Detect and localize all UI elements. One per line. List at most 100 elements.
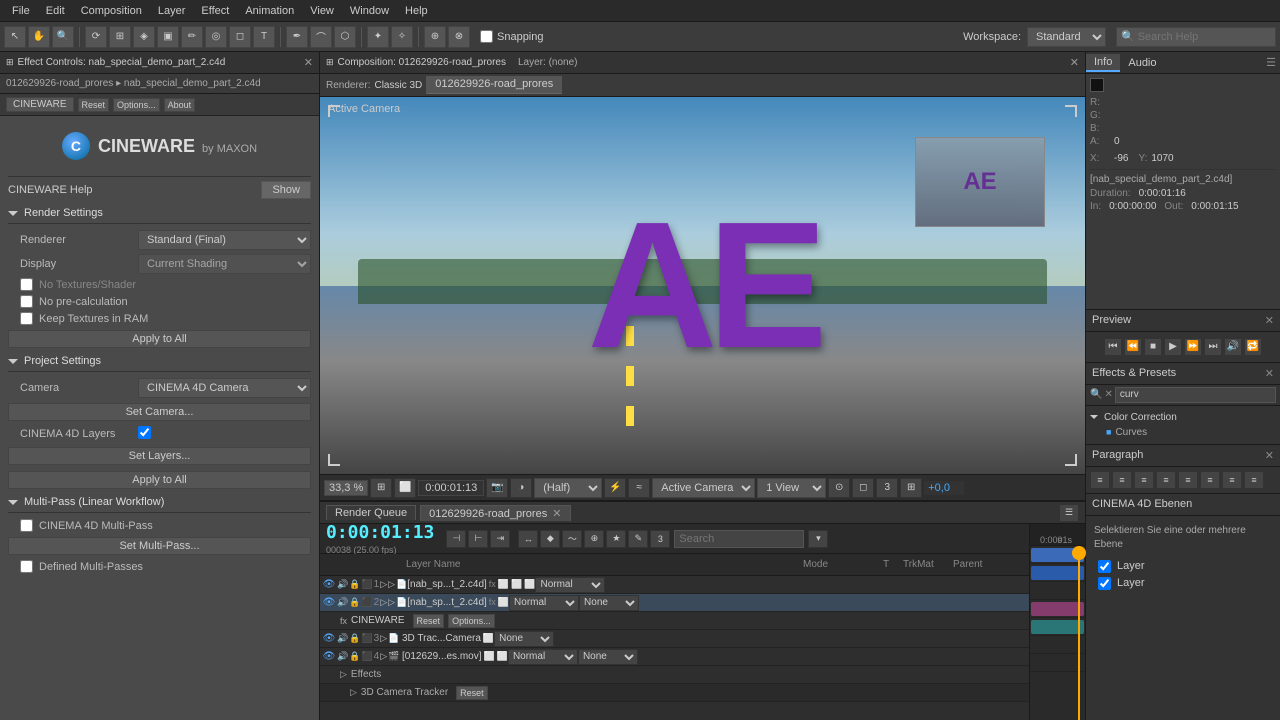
justify-center-btn[interactable]: ≡ [1244, 471, 1264, 489]
zoom-tool-btn[interactable]: 🔍 [52, 26, 74, 48]
layer-2-solo-icon[interactable]: ▷ [380, 597, 387, 608]
menu-animation[interactable]: Animation [237, 3, 302, 19]
toggle-overlays-btn[interactable]: ⊙ [828, 478, 850, 498]
layer-4-vis-icon[interactable]: 👁 [322, 651, 336, 662]
keep-textures-check[interactable] [20, 312, 33, 325]
about-btn[interactable]: About [164, 98, 196, 112]
set-layers-btn[interactable]: Set Layers... [8, 447, 311, 465]
curves-item[interactable]: ■ Curves [1090, 425, 1276, 440]
apply-all-btn-2[interactable]: Apply to All [8, 471, 311, 489]
layer-2-parent-select[interactable]: None [579, 595, 639, 611]
layer-3-lock-icon[interactable]: 🔒 [349, 633, 360, 644]
align-left-btn[interactable]: ≡ [1090, 471, 1110, 489]
display-select[interactable]: Current Shading [138, 254, 311, 274]
3d-btn[interactable]: 3 [876, 478, 898, 498]
grid-btn-2[interactable]: ⊞ [900, 478, 922, 498]
menu-help[interactable]: Help [397, 3, 436, 19]
transparency-btn[interactable]: ◻ [852, 478, 874, 498]
select-tool-btn[interactable]: ↖ [4, 26, 26, 48]
layer-4-expand-icon[interactable]: ▷ [380, 651, 387, 662]
view-layout-select[interactable]: 1 View 2 Views 4 Views [757, 478, 826, 498]
search-input[interactable] [1138, 31, 1268, 43]
motion-blur-btn[interactable]: ≈ [628, 478, 650, 498]
tracker-reset-btn[interactable]: Reset [456, 686, 488, 700]
options-btn[interactable]: Options... [113, 98, 160, 112]
tl-menu-btn[interactable]: ☰ [1059, 504, 1079, 522]
eraser-btn[interactable]: ◻ [229, 26, 251, 48]
set-multipass-btn[interactable]: Set Multi-Pass... [8, 537, 311, 555]
comp-close-btn[interactable]: ✕ [1070, 56, 1079, 69]
tracker-triangle-icon[interactable]: ▷ [350, 687, 357, 698]
prev-stop-btn[interactable]: ■ [1144, 338, 1162, 356]
pixel-aspect-btn[interactable]: ⬜ [394, 478, 416, 498]
cineware-options-btn[interactable]: Options... [448, 614, 495, 628]
layer-2-lock-icon[interactable]: 🔒 [349, 597, 360, 608]
align-center-btn[interactable]: ≡ [1112, 471, 1132, 489]
camera-orbit-btn[interactable]: ⟳ [85, 26, 107, 48]
tl-search-dropdown-btn[interactable]: ▾ [808, 530, 828, 548]
c4d-layer-1-check[interactable] [1098, 560, 1111, 573]
cineware-reset-btn[interactable]: Reset [413, 614, 445, 628]
c4d-layer-2-check[interactable] [1098, 577, 1111, 590]
menu-view[interactable]: View [302, 3, 342, 19]
quality-select[interactable]: (Half) Full Quarter [534, 478, 602, 498]
no-textures-check[interactable] [20, 278, 33, 291]
playhead[interactable] [1078, 546, 1080, 720]
layer-1-expand-icon[interactable]: ▷ [388, 579, 395, 590]
multipass-header[interactable]: Multi-Pass (Linear Workflow) [8, 492, 311, 513]
layer-3-vis-icon[interactable]: 👁 [322, 633, 336, 644]
type-btn[interactable]: T [253, 26, 275, 48]
menu-effect[interactable]: Effect [193, 3, 237, 19]
fast-preview-btn[interactable]: ⚡ [604, 478, 626, 498]
layer-4-parent-select[interactable]: None [578, 649, 638, 665]
justify-btn[interactable]: ≡ [1156, 471, 1176, 489]
layer-2-vis-icon[interactable]: 👁 [322, 597, 336, 608]
para-close-btn[interactable]: ✕ [1265, 449, 1274, 462]
c4d-layers-check[interactable] [138, 426, 151, 439]
menu-window[interactable]: Window [342, 3, 397, 19]
layer-2-expand-icon[interactable]: ▷ [388, 597, 395, 608]
help-show-btn[interactable]: Show [261, 181, 311, 199]
render-queue-tab[interactable]: Render Queue [326, 505, 416, 520]
project-settings-header[interactable]: Project Settings [8, 351, 311, 372]
prev-fwd-btn[interactable]: ⏩ [1184, 338, 1202, 356]
camera-select[interactable]: CINEMA 4D Camera [138, 378, 311, 398]
magnet-btn[interactable]: ⊕ [424, 26, 446, 48]
menu-edit[interactable]: Edit [38, 3, 73, 19]
reset-btn[interactable]: Reset [78, 98, 110, 112]
tl-in-btn[interactable]: ⊣ [446, 530, 466, 548]
layer-1-lock-icon[interactable]: 🔒 [349, 579, 360, 590]
ep-clear-icon[interactable]: ✕ [1104, 389, 1112, 400]
tl-parent-btn[interactable]: ⇥ [490, 530, 510, 548]
prev-play-btn[interactable]: ▶ [1164, 338, 1182, 356]
prev-last-btn[interactable]: ⏭ [1204, 338, 1222, 356]
layer-2-audio-icon[interactable]: 🔊 [337, 597, 348, 608]
layer-3-expand-icon[interactable]: ▷ [380, 633, 387, 644]
paint-btn[interactable]: ✏ [181, 26, 203, 48]
prev-first-btn[interactable]: ⏮ [1104, 338, 1122, 356]
layer-1-vis-icon[interactable]: 👁 [322, 579, 336, 590]
clone-btn[interactable]: ◎ [205, 26, 227, 48]
comp-tab[interactable]: 012629926-road_prores [426, 76, 562, 94]
justify-all-btn[interactable]: ≡ [1178, 471, 1198, 489]
grid-btn[interactable]: ⊞ [370, 478, 392, 498]
tl-out-btn[interactable]: ⊢ [468, 530, 488, 548]
panel-close-btn[interactable]: ✕ [304, 56, 313, 69]
rp-close-btn[interactable]: ☰ [1266, 56, 1280, 69]
info-tab[interactable]: Info [1086, 54, 1120, 72]
render-settings-header[interactable]: Render Settings [8, 203, 311, 224]
layer-3-audio-icon[interactable]: 🔊 [337, 633, 348, 644]
tl-graph-btn[interactable]: 〜 [562, 530, 582, 548]
tl-effect-btn[interactable]: ★ [606, 530, 626, 548]
layer-1-solo-icon[interactable]: ▷ [380, 579, 387, 590]
layer-4-audio-icon[interactable]: 🔊 [337, 651, 348, 662]
tl-paint-btn[interactable]: ✎ [628, 530, 648, 548]
set-camera-btn[interactable]: Set Camera... [8, 403, 311, 421]
hand-tool-btn[interactable]: ✋ [28, 26, 50, 48]
motion-btn[interactable]: ⊗ [448, 26, 470, 48]
defined-multipass-check[interactable] [20, 560, 33, 573]
tl-motion-btn[interactable]: ↔ [518, 530, 538, 548]
anchor-btn[interactable]: ⌒ [310, 26, 332, 48]
tl-search-input[interactable] [674, 530, 804, 548]
justify-left-btn[interactable]: ≡ [1200, 471, 1220, 489]
